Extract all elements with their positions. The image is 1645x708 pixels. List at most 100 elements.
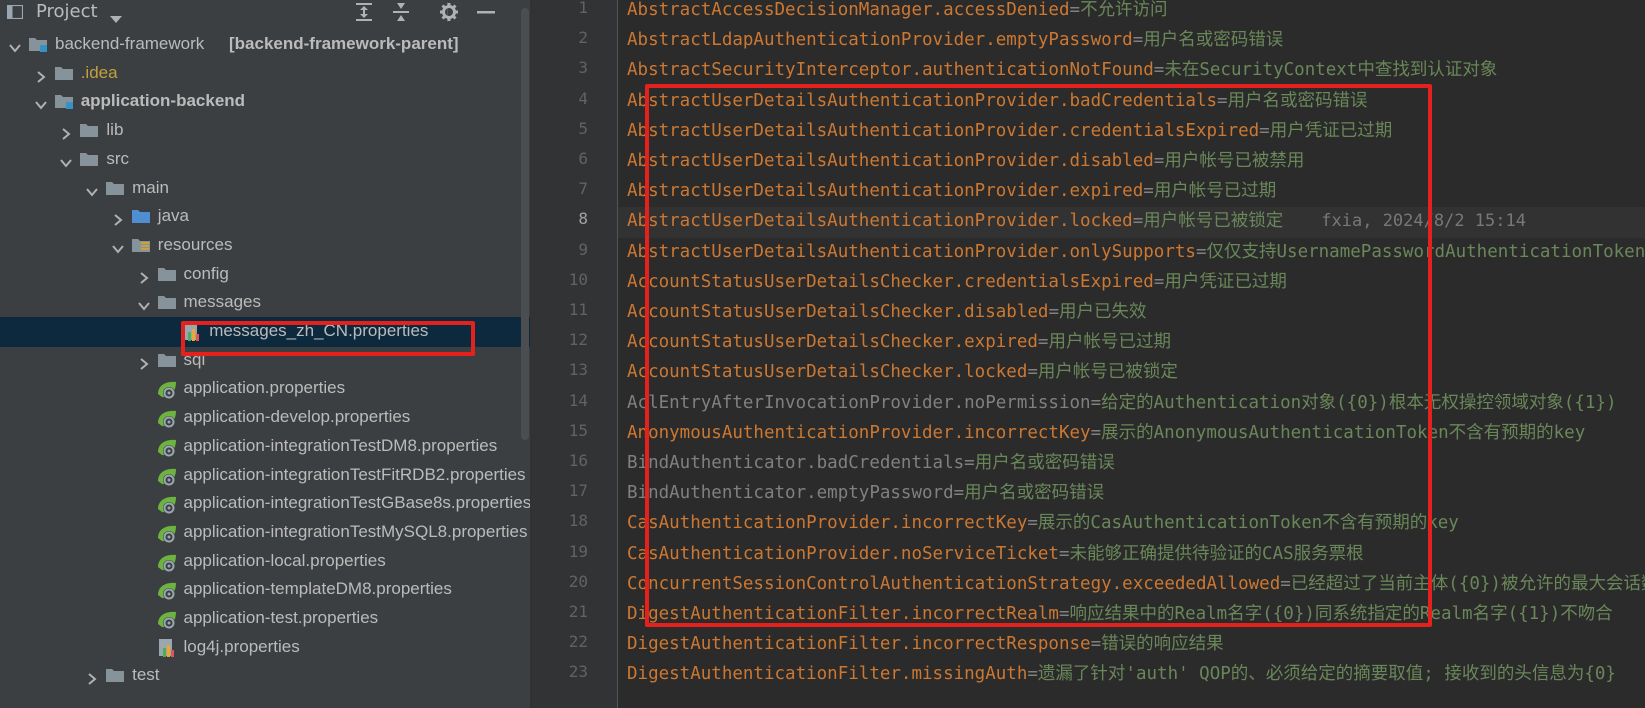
code-line[interactable]: AbstractLdapAuthenticationProvider.empty… <box>627 26 1283 57</box>
chevron-down-icon[interactable] <box>86 183 98 197</box>
line-number[interactable]: 1 <box>532 0 588 17</box>
code-line[interactable]: AbstractUserDetailsAuthenticationProvide… <box>627 177 1276 208</box>
chevron-right-icon[interactable] <box>112 211 124 226</box>
code-line[interactable]: AbstractUserDetailsAuthenticationProvide… <box>627 87 1368 118</box>
line-number[interactable]: 21 <box>532 602 588 621</box>
tree-item-application-integrationtestdm8[interactable]: application-integrationTestDM8.propertie… <box>0 432 530 462</box>
chevron-right-icon[interactable] <box>138 355 150 370</box>
gear-icon[interactable] <box>437 0 461 24</box>
property-value: 未在SecurityContext中查找到认证对象 <box>1164 60 1498 81</box>
tree-item-backend-framework[interactable]: backend-framework [backend-framework-pare… <box>0 30 530 60</box>
line-number[interactable]: 4 <box>532 89 588 108</box>
line-number[interactable]: 6 <box>532 149 588 168</box>
folder-icon <box>80 122 99 138</box>
property-value: 遗漏了针对'auth' QOP的、必须给定的摘要取值; 接收到的头信息为{0} <box>1037 664 1616 685</box>
chevron-down-icon[interactable] <box>112 240 124 254</box>
line-number[interactable]: 16 <box>532 451 588 470</box>
code-line[interactable]: DigestAuthenticationFilter.incorrectReal… <box>627 600 1613 631</box>
tree-item-application-test[interactable]: application-test.properties <box>0 604 530 634</box>
tree-item-messages-zh-cn[interactable]: messages_zh_CN.properties <box>0 317 530 347</box>
tree-item-application-properties[interactable]: application.properties <box>0 374 530 404</box>
tree-item-lib[interactable]: lib <box>0 116 530 146</box>
project-view-icon[interactable] <box>6 4 24 20</box>
tree-item-application-integrationtestfitrdb2[interactable]: application-integrationTestFitRDB2.prope… <box>0 461 530 491</box>
code-line[interactable]: AccountStatusUserDetailsChecker.credenti… <box>627 268 1287 299</box>
tree-item-resources[interactable]: resources <box>0 231 530 261</box>
tree-item-config[interactable]: config <box>0 260 530 290</box>
chevron-down-icon[interactable] <box>60 154 73 168</box>
chevron-down-icon[interactable] <box>9 39 21 53</box>
line-number[interactable]: 13 <box>532 360 588 379</box>
line-number[interactable]: 22 <box>532 632 588 651</box>
code-editor[interactable]: AbstractAccessDecisionManager.accessDeni… <box>618 0 1645 708</box>
spring-config-icon <box>156 553 176 572</box>
equals-sign: = <box>1280 573 1291 594</box>
chevron-right-icon[interactable] <box>35 68 47 83</box>
line-number[interactable]: 14 <box>532 391 588 410</box>
line-number[interactable]: 8 <box>532 209 588 228</box>
code-line[interactable]: AccountStatusUserDetailsChecker.expired=… <box>627 328 1171 359</box>
line-number[interactable]: 2 <box>532 28 588 47</box>
code-line[interactable]: AccountStatusUserDetailsChecker.locked=用… <box>627 358 1178 389</box>
tree-item-label: application-integrationTestGBase8s.prope… <box>183 493 531 513</box>
chevron-right-icon[interactable] <box>138 269 150 284</box>
code-line[interactable]: AbstractUserDetailsAuthenticationProvide… <box>627 238 1645 269</box>
chevron-right-icon[interactable] <box>60 125 72 140</box>
code-line[interactable]: AccountStatusUserDetailsChecker.disabled… <box>627 298 1146 329</box>
expand-all-icon[interactable] <box>352 0 376 24</box>
code-line[interactable]: AbstractSecurityInterceptor.authenticati… <box>627 56 1497 87</box>
tree-item-application-templatedm8[interactable]: application-templateDM8.properties <box>0 575 530 605</box>
source-folder-icon <box>131 208 150 224</box>
line-number[interactable]: 3 <box>532 58 588 77</box>
chevron-down-icon[interactable] <box>34 96 47 110</box>
code-line[interactable]: BindAuthenticator.badCredentials=用户名或密码错… <box>627 449 1115 480</box>
line-number[interactable]: 19 <box>532 542 588 561</box>
line-number[interactable]: 7 <box>532 179 588 198</box>
tree-item-application-integrationtestgbase8s[interactable]: application-integrationTestGBase8s.prope… <box>0 489 530 519</box>
line-number[interactable]: 17 <box>532 481 588 500</box>
chevron-down-icon[interactable] <box>137 297 150 311</box>
code-line[interactable]: DigestAuthenticationFilter.missingAuth=遗… <box>627 660 1616 691</box>
tree-item-main[interactable]: main <box>0 174 530 204</box>
code-line[interactable]: AbstractUserDetailsAuthenticationProvide… <box>627 117 1392 148</box>
tree-item-messages[interactable]: messages <box>0 288 530 318</box>
code-line[interactable]: CasAuthenticationProvider.incorrectKey=展… <box>627 509 1459 540</box>
code-line[interactable]: AbstractAccessDecisionManager.accessDeni… <box>627 0 1168 27</box>
code-line[interactable]: BindAuthenticator.emptyPassword=用户名或密码错误 <box>627 479 1104 510</box>
code-line[interactable]: AnonymousAuthenticationProvider.incorrec… <box>627 419 1585 450</box>
tree-item-application-integrationtestmysql8[interactable]: application-integrationTestMySQL8.proper… <box>0 518 530 548</box>
hide-icon[interactable] <box>474 0 498 24</box>
tree-item-java[interactable]: java <box>0 202 530 232</box>
project-panel-title[interactable]: Project <box>36 1 98 22</box>
tree-item-idea[interactable]: .idea <box>0 59 530 89</box>
code-line[interactable]: ConcurrentSessionControlAuthenticationSt… <box>627 570 1645 601</box>
line-number[interactable]: 12 <box>532 330 588 349</box>
code-line[interactable]: AclEntryAfterInvocationProvider.noPermis… <box>627 389 1617 420</box>
chevron-down-icon[interactable] <box>110 9 122 28</box>
code-line[interactable]: AbstractUserDetailsAuthenticationProvide… <box>618 207 1645 239</box>
code-line[interactable]: CasAuthenticationProvider.noServiceTicke… <box>627 540 1364 571</box>
chevron-right-icon[interactable] <box>86 670 98 686</box>
line-number[interactable]: 23 <box>532 662 588 681</box>
tree-item-log4j[interactable]: log4j.properties <box>0 633 530 663</box>
line-number[interactable]: 15 <box>532 421 588 440</box>
line-number[interactable]: 20 <box>532 572 588 591</box>
tree-item-label: application-integrationTestFitRDB2.prope… <box>183 464 526 484</box>
line-number[interactable]: 18 <box>532 511 588 530</box>
git-blame-annotation[interactable]: fxia, 2024/8/2 15:14 <box>1321 211 1526 231</box>
tree-item-label: application-local.properties <box>183 550 386 570</box>
tree-item-application-local[interactable]: application-local.properties <box>0 547 530 577</box>
line-number[interactable]: 10 <box>532 270 588 289</box>
line-number[interactable]: 5 <box>532 119 588 138</box>
collapse-all-icon[interactable] <box>389 0 413 24</box>
tree-item-application-backend[interactable]: application-backend <box>0 87 530 117</box>
line-number[interactable]: 9 <box>532 240 588 259</box>
tree-item-application-develop[interactable]: application-develop.properties <box>0 403 530 433</box>
tree-item-src[interactable]: src <box>0 145 530 175</box>
tree-item-test[interactable]: test <box>0 661 530 691</box>
tree-item-sql[interactable]: sql <box>0 346 530 376</box>
code-line[interactable]: DigestAuthenticationFilter.incorrectResp… <box>627 630 1224 661</box>
code-line[interactable]: AbstractUserDetailsAuthenticationProvide… <box>627 147 1304 178</box>
tree-scrollbar[interactable] <box>521 8 529 440</box>
line-number[interactable]: 11 <box>532 300 588 319</box>
